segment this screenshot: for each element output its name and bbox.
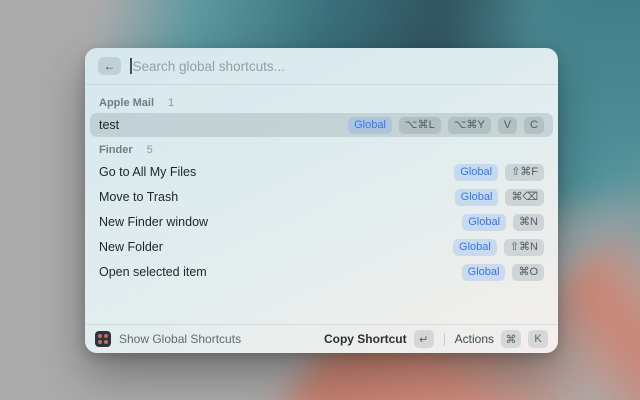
shortcut-label: New Finder window — [99, 215, 208, 229]
global-badge: Global — [348, 117, 392, 134]
section-count: 1 — [168, 97, 174, 109]
key-badge: ⌘⌫ — [505, 189, 544, 206]
global-badge: Global — [454, 164, 498, 181]
key-badge: ⌥⌘Y — [448, 117, 491, 134]
shortcut-badges: Global ⌘⌫ — [455, 189, 544, 206]
list-item[interactable]: test Global ⌥⌘L ⌥⌘Y VC — [90, 113, 553, 137]
copy-shortcut-button[interactable]: Copy Shortcut — [324, 332, 407, 346]
shortcut-label: Open selected item — [99, 265, 207, 279]
shortcut-badges: Global ⌥⌘L ⌥⌘Y VC — [348, 117, 544, 134]
text-caret — [130, 58, 132, 74]
section-name: Apple Mail — [99, 97, 154, 109]
global-badge: Global — [455, 189, 499, 206]
shortcut-badges: Global ⇧⌘F — [454, 164, 544, 181]
key-badge: ⌘O — [512, 264, 544, 281]
list-item[interactable]: New Folder Global ⇧⌘N — [90, 235, 553, 259]
global-badge: Global — [462, 214, 506, 231]
key-badge: C — [524, 117, 544, 134]
footer-command-label: Show Global Shortcuts — [119, 332, 241, 346]
shortcut-label: New Folder — [99, 240, 163, 254]
enter-key-icon: ↵ — [414, 330, 434, 348]
shortcut-label: test — [99, 118, 119, 132]
shortcut-list: Apple Mail 1 test Global ⌥⌘L ⌥⌘Y VC Finder 5 Go t… — [85, 85, 558, 284]
section-header: Finder 5 — [90, 140, 553, 160]
section-header: Apple Mail 1 — [90, 93, 553, 113]
shortcut-badges: Global ⌘N — [462, 214, 544, 231]
extension-icon — [95, 331, 111, 347]
key-badge: ⇧⌘F — [505, 164, 544, 181]
footer-actions: Copy Shortcut ↵ Actions ⌘ K — [324, 330, 548, 348]
shortcut-badges: Global ⌘O — [462, 264, 544, 281]
section-count: 5 — [147, 144, 153, 156]
global-badge: Global — [453, 239, 497, 256]
section-name: Finder — [99, 144, 133, 156]
shortcut-label: Go to All My Files — [99, 165, 196, 179]
shortcut-label: Move to Trash — [99, 190, 178, 204]
footer-divider — [444, 333, 445, 346]
footer-bar: Show Global Shortcuts Copy Shortcut ↵ Ac… — [85, 324, 558, 353]
back-arrow-icon: ← — [104, 59, 116, 73]
key-badge: ⌘N — [513, 214, 544, 231]
list-item[interactable]: Move to Trash Global ⌘⌫ — [90, 185, 553, 209]
search-bar[interactable]: ← Search global shortcuts... — [85, 48, 558, 85]
key-badge: ⇧⌘N — [504, 239, 544, 256]
launcher-window: ← Search global shortcuts... Apple Mail 1… — [85, 48, 558, 353]
shortcut-badges: Global ⇧⌘N — [453, 239, 544, 256]
key-badge: V — [498, 117, 517, 134]
list-item[interactable]: New Finder window Global ⌘N — [90, 210, 553, 234]
command-key-icon: ⌘ — [501, 330, 521, 348]
key-badge: ⌥⌘L — [399, 117, 441, 134]
k-key-icon: K — [528, 330, 548, 348]
list-item[interactable]: Go to All My Files Global ⇧⌘F — [90, 160, 553, 184]
search-input[interactable]: Search global shortcuts... — [133, 59, 285, 74]
list-item[interactable]: Open selected item Global ⌘O — [90, 260, 553, 284]
back-button[interactable]: ← — [98, 57, 121, 75]
global-badge: Global — [462, 264, 506, 281]
actions-button[interactable]: Actions — [455, 332, 494, 346]
